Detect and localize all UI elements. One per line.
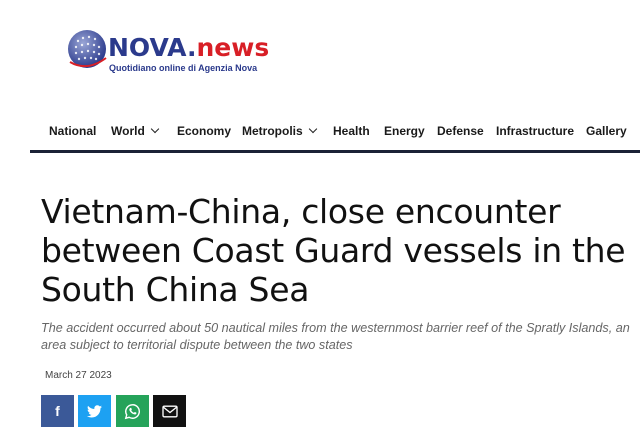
logo-name-part2: news <box>196 33 270 62</box>
email-share-button[interactable] <box>153 395 186 427</box>
chevron-down-icon <box>150 124 160 134</box>
site-header: NOVA.news Quotidiano online di Agenzia N… <box>0 0 640 110</box>
nav-item-label: National <box>49 124 97 138</box>
nav-item-label: Metropolis <box>242 124 303 138</box>
twitter-icon <box>87 404 102 417</box>
article-lead: The accident occurred about 50 nautical … <box>41 321 630 352</box>
nav-item-gallery[interactable]: Gallery <box>586 124 627 138</box>
chevron-down-icon <box>308 124 317 134</box>
nav-item-label: Economy <box>177 124 232 138</box>
nav-item-label: World <box>111 124 145 138</box>
logo-tagline: Quotidiano online di Agenzia Nova <box>109 63 258 73</box>
nav-item-label: Gallery <box>586 124 627 138</box>
nav-item-label: Defense <box>437 124 484 138</box>
site-logo[interactable]: NOVA.news Quotidiano online di Agenzia N… <box>66 28 306 78</box>
whatsapp-icon <box>124 403 140 419</box>
email-icon <box>161 405 178 417</box>
nav-item-defense[interactable]: Defense <box>437 124 484 138</box>
article-title: Vietnam-China, close encounter between C… <box>41 192 626 309</box>
nav-item-economy[interactable]: Economy <box>177 124 231 138</box>
nav-divider <box>30 150 640 153</box>
nav-item-national[interactable]: National <box>49 124 96 138</box>
facebook-share-button[interactable]: f <box>41 395 74 427</box>
nav-item-energy[interactable]: Energy <box>384 124 425 138</box>
nav-item-label: Infrastructure <box>496 124 575 138</box>
twitter-share-button[interactable] <box>78 395 111 427</box>
nav-item-world[interactable]: World <box>111 124 160 138</box>
facebook-icon: f <box>55 403 60 419</box>
globe-icon <box>68 30 107 68</box>
logo-name-part1: NOVA <box>108 33 187 62</box>
nav-item-label: Health <box>333 124 370 138</box>
article-date: March 27 2023 <box>45 370 112 381</box>
logo-wordmark: NOVA.news <box>108 34 269 62</box>
nav-item-health[interactable]: Health <box>333 124 370 138</box>
main-navigation: National World Economy Metropolis Health… <box>0 110 640 154</box>
nav-item-label: Energy <box>384 124 425 138</box>
whatsapp-share-button[interactable] <box>116 395 149 427</box>
nav-item-infrastructure[interactable]: Infrastructure <box>496 124 574 138</box>
nav-item-metropolis[interactable]: Metropolis <box>242 124 317 138</box>
